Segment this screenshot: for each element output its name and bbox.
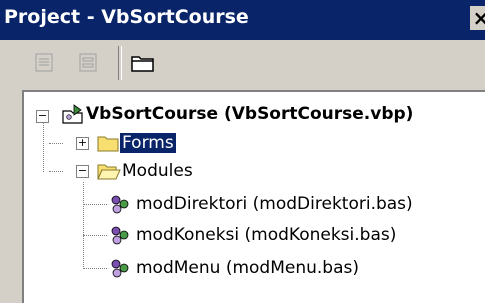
view-code-icon	[35, 53, 53, 72]
tree-line	[49, 171, 63, 172]
forms-expand-toggle[interactable]: +	[76, 137, 89, 150]
module-icon	[111, 259, 129, 278]
modules-collapse-toggle[interactable]: −	[76, 165, 89, 178]
project-tree[interactable]: − VbSortCourse (VbSortCourse.vbp) + Form…	[22, 90, 485, 303]
root-collapse-toggle[interactable]: −	[36, 110, 49, 123]
toolbar-separator	[118, 46, 122, 80]
tree-line	[83, 182, 84, 269]
tree-line	[49, 143, 63, 144]
project-icon	[62, 104, 83, 124]
view-object-icon	[79, 53, 97, 72]
tree-module-modmenu[interactable]: modMenu (modMenu.bas)	[136, 258, 359, 278]
view-code-button[interactable]	[30, 50, 58, 76]
project-root-label[interactable]: VbSortCourse (VbSortCourse.vbp)	[86, 104, 413, 124]
title-bar[interactable]: Project - VbSortCourse ×	[0, 0, 485, 40]
tree-line	[83, 235, 107, 236]
tree-line	[83, 268, 107, 269]
module-icon	[111, 226, 129, 245]
folder-icon	[131, 56, 154, 72]
toggle-folders-button[interactable]	[128, 50, 156, 76]
close-button[interactable]: ×	[470, 6, 485, 30]
window-title: Project - VbSortCourse	[4, 6, 249, 28]
module-icon	[111, 195, 129, 214]
toolbar	[0, 40, 485, 88]
tree-module-moddirektori[interactable]: modDirektori (modDirektori.bas)	[136, 194, 413, 214]
tree-module-modkoneksi[interactable]: modKoneksi (modKoneksi.bas)	[136, 225, 396, 245]
view-object-button[interactable]	[74, 50, 102, 76]
tree-folder-forms[interactable]: Forms	[119, 132, 177, 154]
tree-line	[83, 204, 107, 205]
forms-folder-icon	[97, 136, 119, 152]
modules-open-folder-icon	[97, 164, 121, 180]
tree-folder-modules[interactable]: Modules	[122, 161, 193, 181]
